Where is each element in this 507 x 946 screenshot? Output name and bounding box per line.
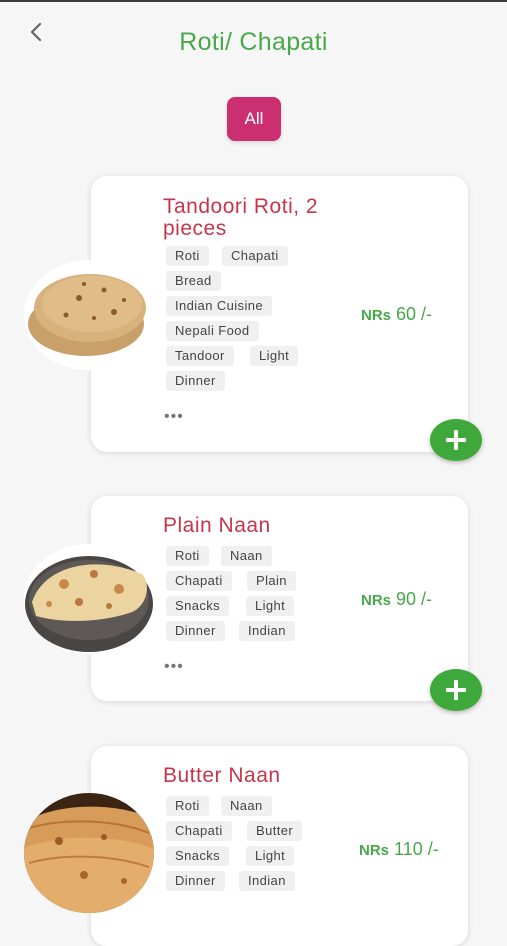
item-name: Plain Naan bbox=[163, 514, 271, 537]
tandoori-roti-image bbox=[24, 260, 154, 370]
tag: Bread bbox=[166, 271, 221, 291]
more-tags-icon[interactable]: ••• bbox=[164, 658, 184, 676]
tag: Snacks bbox=[166, 846, 230, 866]
plain-naan-image bbox=[24, 544, 154, 654]
item-price: NRs 60 /- bbox=[361, 304, 432, 325]
tag: Chapati bbox=[166, 821, 232, 841]
tag: Plain bbox=[247, 571, 296, 591]
tag: Light bbox=[250, 346, 299, 366]
price-value: 110 /- bbox=[394, 839, 439, 859]
tag: Chapati bbox=[222, 246, 288, 266]
add-to-cart-button[interactable] bbox=[430, 669, 482, 711]
tag: Dinner bbox=[166, 621, 225, 641]
tag: Naan bbox=[221, 796, 272, 816]
tag: Indian bbox=[239, 621, 295, 641]
tag: Dinner bbox=[166, 371, 225, 391]
tag: Tandoor bbox=[166, 346, 234, 366]
butter-naan-image bbox=[24, 793, 154, 913]
tag: Chapati bbox=[166, 571, 232, 591]
tag: Light bbox=[246, 596, 295, 616]
tag: Butter bbox=[247, 821, 303, 841]
item-name: Butter Naan bbox=[163, 764, 281, 787]
price-value: 90 /- bbox=[396, 589, 433, 609]
more-tags-icon[interactable]: ••• bbox=[164, 408, 184, 426]
price-value: 60 /- bbox=[396, 304, 433, 324]
filter-all-button[interactable]: All bbox=[227, 97, 281, 141]
tag: Dinner bbox=[166, 871, 225, 891]
tag: Light bbox=[246, 846, 295, 866]
price-currency: NRs bbox=[359, 842, 390, 859]
tag: Naan bbox=[221, 546, 272, 566]
tag: Indian Cuisine bbox=[166, 296, 272, 316]
tag: Roti bbox=[166, 796, 209, 816]
add-to-cart-button[interactable] bbox=[430, 419, 482, 461]
price-currency: NRs bbox=[361, 592, 392, 609]
top-border bbox=[0, 0, 507, 2]
page-title: Roti/ Chapati bbox=[179, 28, 328, 56]
plus-icon bbox=[446, 430, 466, 450]
tag: Indian bbox=[239, 871, 295, 891]
plus-icon bbox=[446, 680, 466, 700]
tag: Roti bbox=[166, 546, 209, 566]
tag: Snacks bbox=[166, 596, 230, 616]
price-currency: NRs bbox=[361, 307, 392, 324]
tag: Roti bbox=[166, 246, 209, 266]
item-name: Tandoori Roti, 2 pieces bbox=[163, 195, 319, 240]
item-price: NRs 110 /- bbox=[359, 839, 439, 860]
item-price: NRs 90 /- bbox=[361, 589, 432, 610]
tag: Nepali Food bbox=[166, 321, 259, 341]
